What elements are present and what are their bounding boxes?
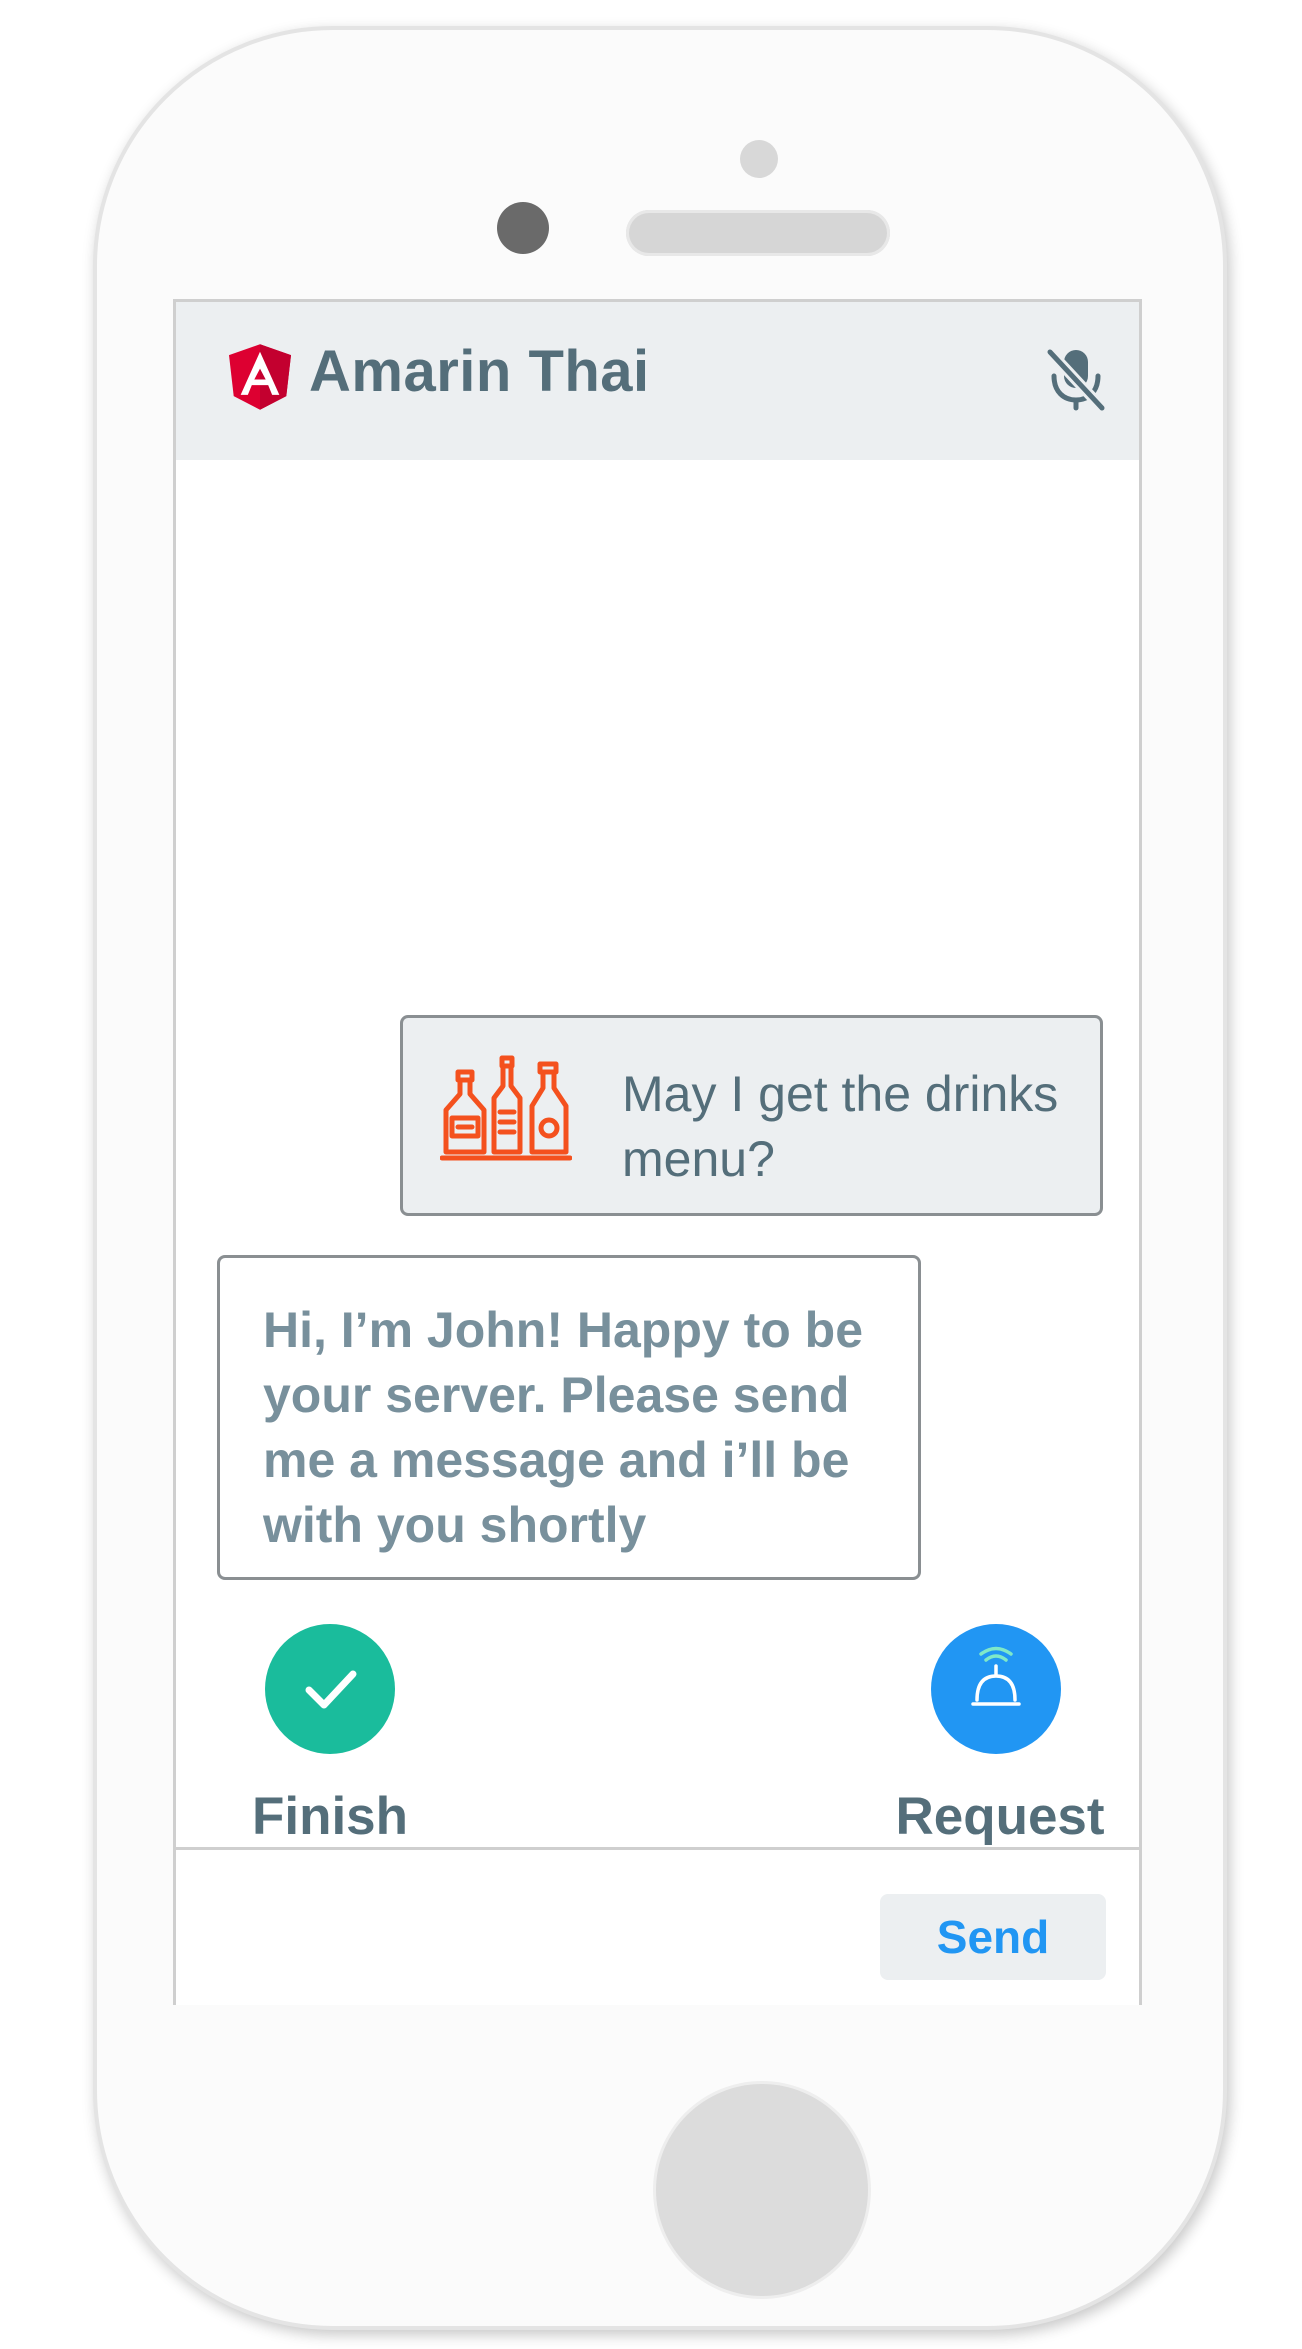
user-message-bubble: May I get the drinks menu?	[400, 1015, 1103, 1216]
user-message-text: May I get the drinks menu?	[622, 1066, 1059, 1187]
message-input[interactable]	[196, 1890, 850, 1972]
send-button[interactable]: Send	[880, 1894, 1106, 1980]
phone-speaker	[626, 210, 890, 256]
angular-shield-icon	[229, 344, 291, 410]
finish-action[interactable]: Finish	[230, 1624, 430, 1847]
server-message-text: Hi, I’m John! Happy to be your server. P…	[263, 1302, 864, 1553]
finish-button[interactable]	[265, 1624, 395, 1754]
request-action[interactable]: Request	[886, 1624, 1106, 1847]
phone-sensor	[740, 140, 778, 178]
phone-camera	[497, 202, 549, 254]
app-title: Amarin Thai	[309, 339, 650, 404]
phone-home-button[interactable]	[656, 2084, 868, 2296]
service-bell-icon	[971, 1646, 1021, 1706]
request-label: Request	[895, 1787, 1105, 1846]
finish-label: Finish	[251, 1787, 409, 1846]
checkmark-icon	[305, 1670, 357, 1709]
drinks-bottles-icon	[440, 1055, 572, 1161]
request-button[interactable]	[931, 1624, 1061, 1754]
server-message-bubble: Hi, I’m John! Happy to be your server. P…	[217, 1255, 921, 1580]
app-screen: Amarin Thai May I get the drinks menu? H…	[173, 299, 1142, 2005]
compose-bar: Send	[176, 1847, 1139, 2005]
app-header: Amarin Thai	[176, 302, 1139, 460]
microphone-off-icon[interactable]	[1044, 346, 1108, 412]
